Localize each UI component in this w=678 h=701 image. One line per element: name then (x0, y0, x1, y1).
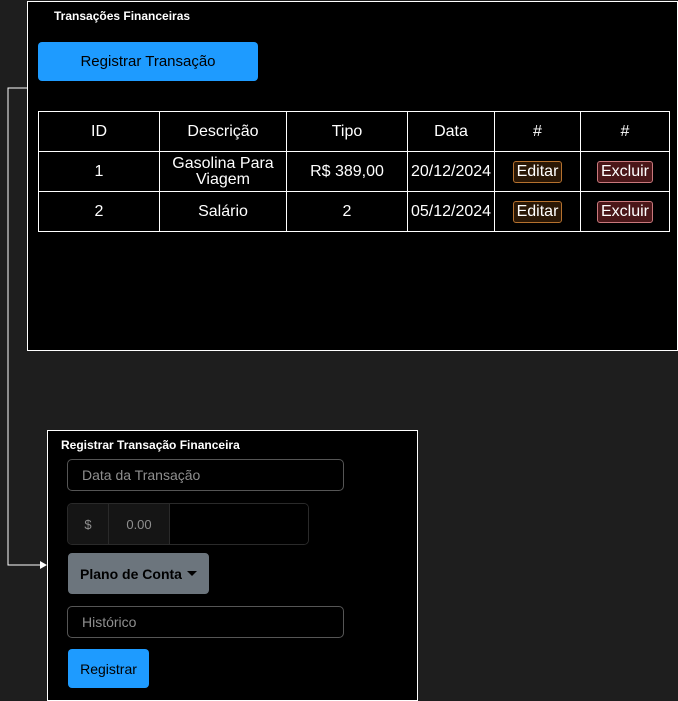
cell-description: Gasolina Para Viagem (159, 151, 287, 192)
form-title: Registrar Transação Financeira (61, 438, 240, 452)
amount-input[interactable]: 0.00 (109, 504, 170, 544)
column-header-date: Data (407, 111, 495, 152)
table-row: 1 Gasolina Para Viagem R$ 389,00 20/12/2… (38, 151, 670, 192)
transactions-panel-title: Transações Financeiras (54, 9, 191, 23)
cell-id: 2 (38, 191, 160, 232)
edit-button[interactable]: Editar (512, 160, 563, 183)
transactions-table: ID Descrição Tipo Data # # 1 Gasolina Pa… (38, 111, 670, 232)
cell-id: 1 (38, 151, 160, 192)
cell-type: R$ 389,00 (286, 151, 408, 192)
delete-button[interactable]: Excluir (596, 160, 653, 183)
column-header-type: Tipo (286, 111, 408, 152)
register-transaction-button[interactable]: Registrar Transação (38, 42, 258, 81)
account-plan-label: Plano de Conta (80, 565, 182, 582)
cell-edit: Editar (494, 151, 581, 192)
register-button[interactable]: Registrar (68, 649, 149, 688)
column-header-id: ID (38, 111, 160, 152)
cell-delete: Excluir (580, 191, 670, 232)
register-transaction-form: Registrar Transação Financeira $ 0.00 Pl… (47, 430, 418, 701)
delete-button[interactable]: Excluir (596, 200, 653, 223)
table-header-row: ID Descrição Tipo Data # # (38, 111, 670, 152)
table-row: 2 Salário 2 05/12/2024 Editar Excluir (38, 191, 670, 232)
currency-symbol: $ (68, 504, 109, 544)
column-header-description: Descrição (159, 111, 287, 152)
cell-description: Salário (159, 191, 287, 232)
edit-button[interactable]: Editar (512, 200, 563, 223)
transaction-date-input[interactable] (67, 459, 344, 491)
amount-input-area[interactable] (170, 504, 308, 544)
column-header-delete: # (580, 111, 670, 152)
cell-delete: Excluir (580, 151, 670, 192)
caret-down-icon (186, 571, 197, 576)
cell-date: 20/12/2024 (407, 151, 495, 192)
transactions-panel: Transações Financeiras Registrar Transaç… (27, 1, 678, 351)
cell-edit: Editar (494, 191, 581, 232)
amount-input-group: $ 0.00 (67, 503, 309, 545)
account-plan-dropdown[interactable]: Plano de Conta (68, 553, 209, 594)
column-header-edit: # (494, 111, 581, 152)
cell-date: 05/12/2024 (407, 191, 495, 232)
history-input[interactable] (67, 606, 344, 638)
cell-type: 2 (286, 191, 408, 232)
